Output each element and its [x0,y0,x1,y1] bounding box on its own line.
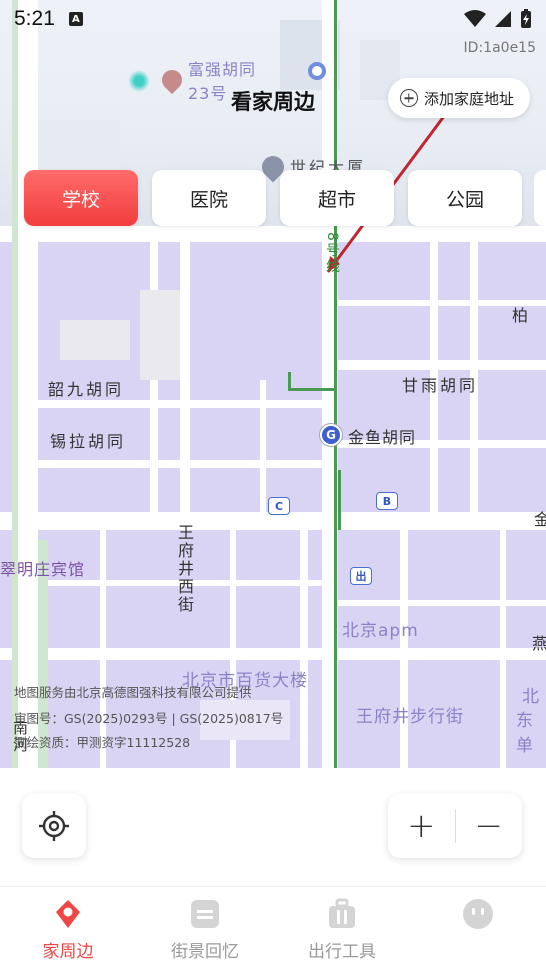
map-label-station: 金鱼胡同 [348,428,417,447]
map-label: 北京apm [342,621,419,641]
map-label: 柏 [512,306,532,325]
battery-icon [521,9,531,28]
map-label: 燕 [532,634,546,653]
map-label: 北 [522,687,540,707]
locate-button[interactable] [22,794,86,858]
map-label: 甘雨胡同 [402,376,479,395]
nav-item-travel-tools[interactable]: 出行工具 [282,887,402,972]
map-label: 翠明庄宾馆 [0,560,86,579]
map-credit-line: 地图服务由北京高德图强科技有限公司提供 [14,685,252,700]
location-dot-icon [308,62,326,80]
exit-b-icon: B [376,492,398,510]
tab-overflow[interactable] [534,170,546,226]
notification-icon: A [68,12,83,26]
map-credit-line: 审图号：GS(2025)0293号 | GS(2025)0817号 [14,711,284,726]
map-label: 金 [534,510,546,529]
wifi-icon [464,10,486,27]
zoom-out-button[interactable]: − [456,794,523,858]
map-label: 韶九胡同 [48,380,125,399]
category-tabs: 学校 医院 超市 公园 [24,170,522,226]
map-label: 富强胡同 [188,60,257,79]
avatar-face-icon [461,897,495,931]
tab-school[interactable]: 学校 [24,170,138,226]
nav-item-profile[interactable] [418,887,538,972]
tab-park[interactable]: 公园 [408,170,522,226]
nav-label: 家周边 [42,942,94,962]
add-home-address-label: 添加家庭地址 [423,89,514,108]
nav-label: 出行工具 [308,942,376,962]
metro-station-icon[interactable]: G [320,424,342,446]
exit-c-icon: C [268,497,290,515]
location-pin-icon [51,897,85,931]
add-home-address-button[interactable]: 添加家庭地址 [387,78,530,118]
nav-label: 街景回忆 [171,942,239,962]
zoom-in-button[interactable]: + [388,794,455,858]
map-label: 东单 [516,711,534,756]
status-bar: 5:21 A [0,0,546,38]
card-icon [188,897,222,931]
suitcase-icon [325,897,359,931]
tab-hospital[interactable]: 医院 [152,170,266,226]
plus-circle-icon [399,89,418,107]
map-label: 锡拉胡同 [50,432,127,451]
map-credit-line: 测绘资质：甲测资字11112528 [14,735,191,750]
metro-exit-icon: 出 [350,567,372,585]
nav-item-home-surroundings[interactable]: 家周边 [8,887,128,972]
locate-crosshair-icon [39,811,69,841]
zoom-controls: + − [388,794,522,858]
signal-icon [495,11,511,27]
device-id: ID:1a0e15 [463,40,536,56]
nav-item-street-memories[interactable]: 街景回忆 [145,887,265,972]
map-label: 王府井西街 [175,524,194,614]
tab-supermarket[interactable]: 超市 [280,170,394,226]
map-label-metro-line: 8号线 [324,232,340,275]
bottom-nav: 家周边 街景回忆 出行工具 [0,886,546,972]
map-label: 王府井步行街 [356,707,464,727]
status-time: 5:21 [14,7,55,30]
